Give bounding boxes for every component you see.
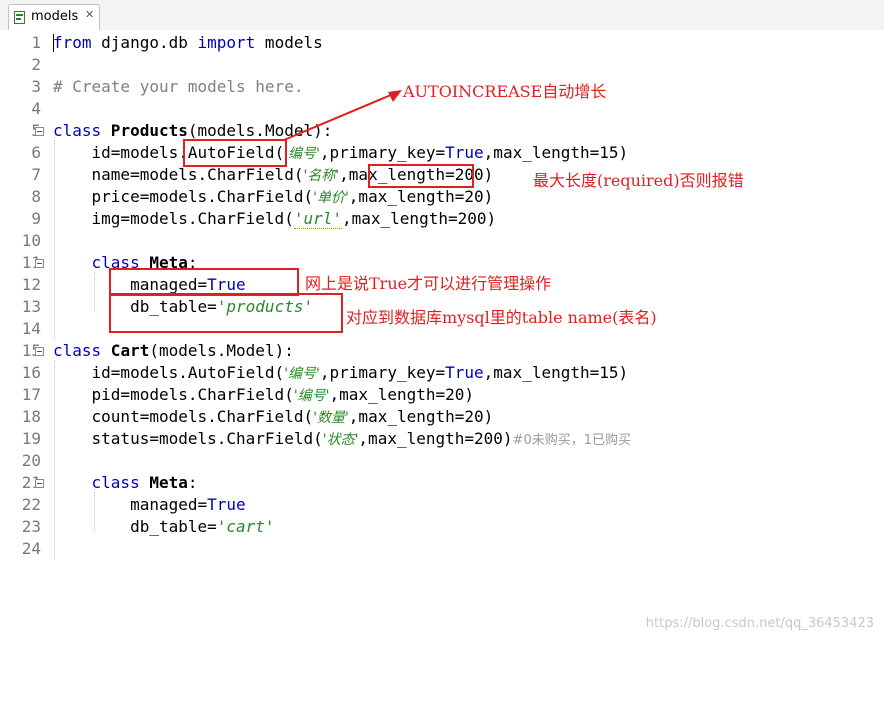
line-number: 22 (21, 495, 41, 514)
tab-models[interactable]: models ✕ (8, 4, 100, 30)
python-file-icon (14, 11, 25, 24)
code-text: img=models.CharField( (53, 209, 294, 228)
code-line-8: price=models.CharField('单价',max_length=2… (53, 186, 494, 208)
code-text: id=models. (53, 143, 188, 162)
annotation-managed: 网上是说True才可以进行管理操作 (305, 274, 552, 293)
code-text: ,max_length=20) (329, 385, 475, 404)
line-number: 20 (21, 451, 41, 470)
fold-collapse-icon[interactable] (35, 259, 44, 268)
annotation-db-table: 对应到数据库mysql里的table name(表名) (346, 308, 657, 327)
fold-collapse-icon[interactable] (35, 127, 44, 136)
close-icon[interactable]: ✕ (85, 8, 94, 21)
line-number: 13 (21, 297, 41, 316)
line-number: 8 (31, 187, 41, 206)
line-number: 2 (31, 55, 41, 74)
code-text: price=models.CharField( (53, 187, 314, 206)
annotation-arrow (283, 90, 402, 141)
line-number: 23 (21, 517, 41, 536)
code-line-21: class Meta: (53, 472, 198, 494)
line-number: 9 (31, 209, 41, 228)
fold-collapse-icon[interactable] (35, 347, 44, 356)
code-line-19: status=models.CharField('状态',max_length=… (53, 428, 631, 450)
line-number: 7 (31, 165, 41, 184)
code-line-23: db_table='cart' (53, 516, 275, 538)
managed-highlight-box (109, 268, 299, 296)
string-literal: '编号' (284, 366, 320, 382)
code-text: pid=models.CharField( (53, 385, 294, 404)
line-number-gutter: 1 2 3 4 5 6 7 8 9 10 11 12 13 14 15 16 1… (0, 30, 46, 641)
string-literal: '数量' (313, 410, 349, 426)
line-number: 6 (31, 143, 41, 162)
line-number: 24 (21, 539, 41, 558)
code-text: ,max_length=200) (358, 429, 513, 448)
string-literal: '编号' (284, 146, 320, 162)
fold-collapse-icon[interactable] (35, 479, 44, 488)
keyword: class (53, 473, 140, 492)
line-number: 4 (31, 99, 41, 118)
line-number: 12 (21, 275, 41, 294)
tab-label: models (31, 9, 79, 24)
class-name: Meta (139, 473, 188, 492)
keyword: import (197, 33, 256, 52)
string-literal: 'url' (293, 209, 342, 229)
string-literal: '单价' (313, 190, 349, 206)
line-number: 16 (21, 363, 41, 382)
line-number: 3 (31, 77, 41, 96)
code-text: ,primary_key= (319, 363, 446, 382)
code-text: ,max_length=15) (483, 363, 629, 382)
line-number: 18 (21, 407, 41, 426)
line-number: 14 (21, 319, 41, 338)
class-name: Products (101, 121, 188, 140)
string-literal: '名称' (303, 168, 340, 184)
line-number: 19 (21, 429, 41, 448)
max-length-highlight-box (368, 164, 474, 188)
autofield-highlight-box (183, 139, 287, 167)
code-line-18: count=models.CharField('数量',max_length=2… (53, 406, 494, 428)
code-line-9: img=models.CharField('url',max_length=20… (53, 208, 496, 230)
code-text: : (187, 473, 198, 492)
keyword: from (53, 33, 92, 52)
line-number: 1 (31, 33, 41, 52)
code-comment: # Create your models here. (53, 77, 304, 96)
line-number: 17 (21, 385, 41, 404)
keyword: class (53, 121, 102, 140)
editor-tab-bar: models ✕ (0, 0, 884, 30)
code-line-22: managed=True (53, 494, 246, 516)
keyword: True (207, 495, 246, 514)
string-literal: '状态' (322, 432, 359, 448)
code-text: ,max_length=20) (348, 187, 494, 206)
keyword: True (445, 143, 484, 162)
code-text: managed= (53, 495, 208, 514)
code-editor[interactable]: from django.db import models # Create yo… (53, 32, 631, 716)
keyword: True (445, 363, 484, 382)
code-text: status=models.CharField( (53, 429, 323, 448)
watermark: https://blog.csdn.net/qq_36453423 (645, 616, 874, 631)
code-text: models (255, 33, 323, 52)
code-text: db_table= (53, 517, 217, 536)
class-name: Cart (101, 341, 150, 360)
annotation-max-length: 最大长度(required)否则报错 (533, 171, 744, 190)
code-text: ,max_length=200) (342, 209, 497, 228)
code-comment: #0未购买，1已购买 (512, 433, 631, 448)
code-text: ,max_length=20) (348, 407, 494, 426)
code-text: ,max_length=15) (483, 143, 629, 162)
code-text: id=models.AutoField( (53, 363, 285, 382)
code-text: (models.Model): (149, 341, 294, 360)
code-text: , (339, 165, 349, 184)
code-line-1: from django.db import models (53, 32, 323, 54)
code-line-17: pid=models.CharField('编号',max_length=20) (53, 384, 475, 406)
line-number: 10 (21, 231, 41, 250)
code-text: count=models.CharField( (53, 407, 314, 426)
db-table-highlight-box (109, 293, 343, 333)
code-text: django.db (91, 33, 198, 52)
code-line-16: id=models.AutoField('编号',primary_key=Tru… (53, 362, 629, 384)
keyword: class (53, 341, 102, 360)
string-literal: '编号' (293, 388, 330, 404)
annotation-autoincrease: AUTOINCREASE自动增长 (403, 82, 607, 101)
code-line-15: class Cart(models.Model): (53, 340, 294, 362)
string-literal: 'cart' (216, 517, 275, 536)
code-text: name=models.CharField( (53, 165, 304, 184)
